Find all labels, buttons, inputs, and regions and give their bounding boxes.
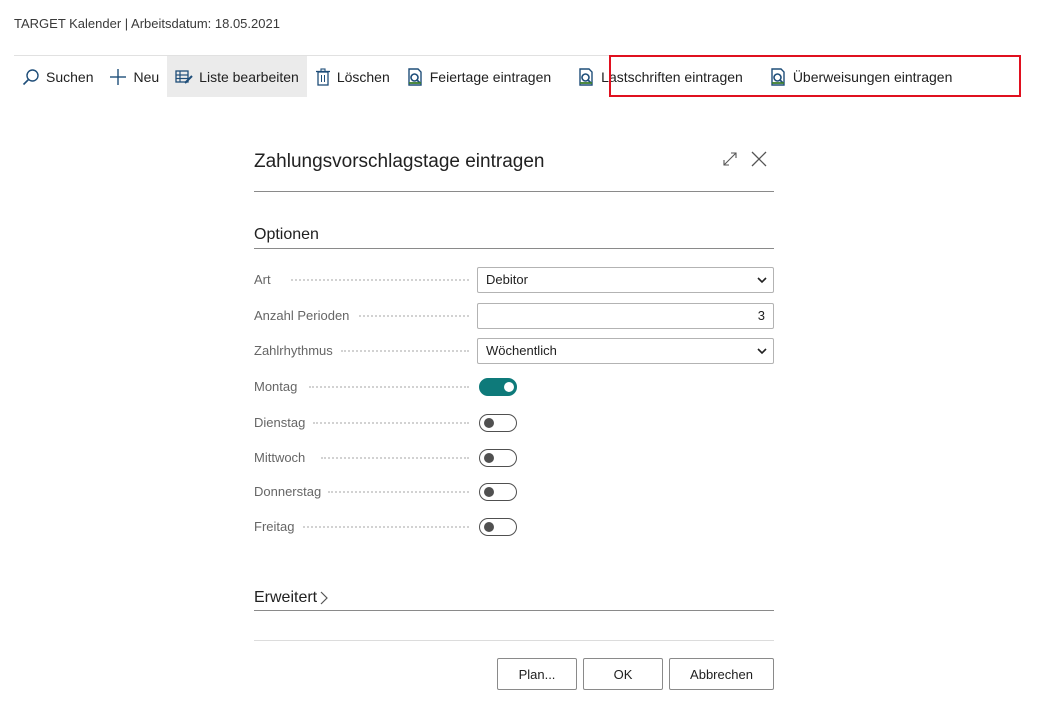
zahlrhythmus-label: Zahlrhythmus: [254, 343, 333, 358]
expand-icon[interactable]: [722, 151, 738, 167]
freitag-toggle[interactable]: [479, 518, 517, 536]
day-row-mittwoch: Mittwoch: [254, 445, 774, 471]
toggle-knob: [484, 418, 494, 428]
zahlrhythmus-value: Wöchentlich: [486, 343, 557, 358]
section-options-divider: [254, 248, 774, 249]
anzahl-perioden-input[interactable]: 3: [477, 303, 774, 329]
dienstag-toggle[interactable]: [479, 414, 517, 432]
chevron-right-icon: [320, 591, 328, 605]
transfers-button[interactable]: Überweisungen eintragen: [761, 56, 961, 97]
dotted-leader: [291, 279, 469, 281]
chevron-down-icon: [757, 348, 767, 355]
day-row-dienstag: Dienstag: [254, 410, 774, 436]
page-title: TARGET Kalender | Arbeitsdatum: 18.05.20…: [14, 16, 280, 31]
art-label: Art: [254, 272, 271, 287]
anzahl-perioden-row: Anzahl Perioden 3: [254, 303, 774, 329]
cancel-button[interactable]: Abbrechen: [669, 658, 774, 690]
search-label: Suchen: [46, 68, 94, 85]
dotted-leader: [341, 350, 469, 352]
new-label: Neu: [133, 68, 160, 85]
day-row-donnerstag: Donnerstag: [254, 479, 774, 505]
search-button[interactable]: Suchen: [14, 56, 101, 97]
section-advanced-header[interactable]: Erweitert: [254, 589, 328, 607]
edit-list-icon: [175, 69, 193, 84]
day-label: Freitag: [254, 519, 295, 534]
footer-divider: [254, 640, 774, 641]
new-button[interactable]: Neu: [101, 56, 167, 97]
day-row-freitag: Freitag: [254, 514, 774, 540]
day-label: Donnerstag: [254, 484, 322, 499]
plan-button[interactable]: Plan...: [497, 658, 577, 690]
anzahl-perioden-label: Anzahl Perioden: [254, 308, 350, 323]
day-row-montag: Montag: [254, 374, 774, 400]
section-options-title: Optionen: [254, 226, 319, 243]
art-row: Art Debitor: [254, 267, 774, 293]
donnerstag-toggle[interactable]: [479, 483, 517, 501]
mittwoch-toggle[interactable]: [479, 449, 517, 467]
toggle-knob: [484, 453, 494, 463]
dotted-leader: [359, 315, 469, 317]
toggle-knob: [484, 522, 494, 532]
chevron-down-icon: [757, 277, 767, 284]
dotted-leader: [321, 457, 469, 459]
title-divider: [254, 191, 774, 192]
zahlrhythmus-row: Zahlrhythmus Wöchentlich: [254, 338, 774, 364]
toggle-knob: [504, 382, 514, 392]
plus-icon: [110, 68, 127, 85]
section-advanced-title: Erweitert: [254, 589, 318, 606]
art-value: Debitor: [486, 272, 528, 287]
montag-toggle[interactable]: [479, 378, 517, 396]
dotted-leader: [309, 386, 469, 388]
dialog-window-controls: [722, 150, 768, 168]
search-icon: [22, 68, 39, 85]
ok-button[interactable]: OK: [583, 658, 663, 690]
dialog-title: Zahlungsvorschlagstage eintragen: [254, 151, 545, 172]
zahlrhythmus-select[interactable]: Wöchentlich: [477, 338, 774, 364]
close-icon[interactable]: [750, 150, 768, 168]
day-label: Montag: [254, 379, 298, 394]
transfers-label: Überweisungen eintragen: [792, 68, 953, 85]
day-label: Dienstag: [254, 415, 306, 430]
dialog: Zahlungsvorschlagstage eintragen Optione…: [254, 0, 774, 714]
dotted-leader: [328, 491, 469, 493]
art-select[interactable]: Debitor: [477, 267, 774, 293]
day-label: Mittwoch: [254, 450, 306, 465]
dotted-leader: [303, 526, 469, 528]
section-advanced-divider: [254, 610, 774, 611]
dotted-leader: [313, 422, 469, 424]
anzahl-perioden-value: 3: [757, 308, 765, 323]
toggle-knob: [484, 487, 494, 497]
